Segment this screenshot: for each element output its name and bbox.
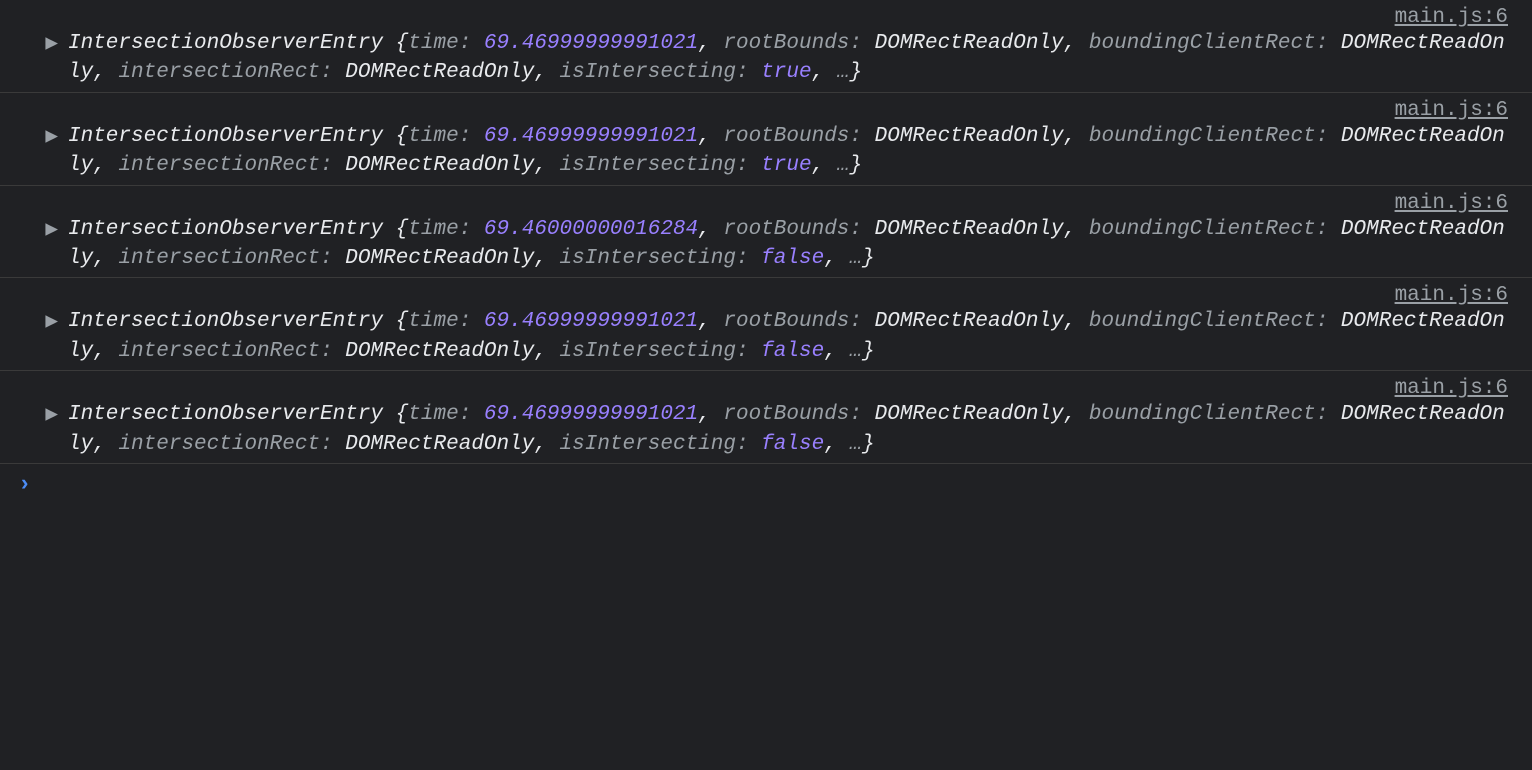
console-log-list: main.js:6▶IntersectionObserverEntry {tim… xyxy=(0,0,1532,464)
console-entry: main.js:6▶IntersectionObserverEntry {tim… xyxy=(0,371,1532,464)
source-link[interactable]: main.js:6 xyxy=(12,190,1520,215)
expand-toggle-icon[interactable]: ▶ xyxy=(12,400,68,427)
source-link[interactable]: main.js:6 xyxy=(12,282,1520,307)
expand-toggle-icon[interactable]: ▶ xyxy=(12,29,68,56)
expand-toggle-icon[interactable]: ▶ xyxy=(12,122,68,149)
console-entry: main.js:6▶IntersectionObserverEntry {tim… xyxy=(0,93,1532,186)
prompt-chevron-icon: › xyxy=(12,472,64,497)
source-link[interactable]: main.js:6 xyxy=(12,4,1520,29)
log-object[interactable]: IntersectionObserverEntry {time: 69.4699… xyxy=(68,400,1520,459)
log-object[interactable]: IntersectionObserverEntry {time: 69.4600… xyxy=(68,215,1520,274)
log-object[interactable]: IntersectionObserverEntry {time: 69.4699… xyxy=(68,307,1520,366)
source-link[interactable]: main.js:6 xyxy=(12,97,1520,122)
console-entry: main.js:6▶IntersectionObserverEntry {tim… xyxy=(0,278,1532,371)
expand-toggle-icon[interactable]: ▶ xyxy=(12,215,68,242)
console-prompt[interactable]: › xyxy=(0,464,1532,505)
console-entry: main.js:6▶IntersectionObserverEntry {tim… xyxy=(0,0,1532,93)
log-object[interactable]: IntersectionObserverEntry {time: 69.4699… xyxy=(68,29,1520,88)
expand-toggle-icon[interactable]: ▶ xyxy=(12,307,68,334)
log-object[interactable]: IntersectionObserverEntry {time: 69.4699… xyxy=(68,122,1520,181)
console-entry: main.js:6▶IntersectionObserverEntry {tim… xyxy=(0,186,1532,279)
source-link[interactable]: main.js:6 xyxy=(12,375,1520,400)
